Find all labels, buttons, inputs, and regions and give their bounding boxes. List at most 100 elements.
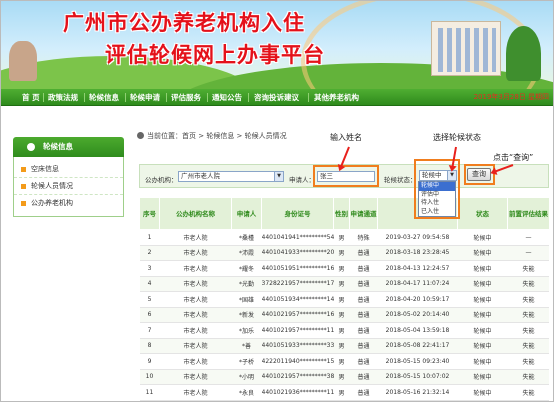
table-cell: 2018-04-20 10:59:17 [377, 291, 458, 308]
column-header: 性别 [333, 197, 350, 230]
table-cell: 11 [139, 384, 160, 401]
sidebar-item-public-institutions[interactable]: 公办养老机构 [14, 195, 123, 212]
table-cell: 男 [333, 260, 350, 277]
table-cell: 男 [333, 384, 350, 401]
table-cell: 轮候中 [457, 276, 508, 292]
nav-assessment[interactable]: 评估服务 [171, 89, 201, 106]
table-cell: 普通 [349, 322, 378, 339]
table-cell: 男 [333, 338, 350, 354]
table-row[interactable]: 11 市老人院 *永良 4401021936*********11 男普通 2018-05… [139, 384, 549, 401]
table-cell: *国雄 [231, 291, 262, 308]
table-cell: 男 [333, 369, 350, 385]
table-cell: 4222011940*********15 [261, 353, 334, 370]
bullet-icon [21, 184, 26, 189]
table-cell: 1 [139, 229, 160, 246]
table-cell: 男 [333, 307, 350, 323]
page: 广州市公办养老机构入住 评估轮候网上办事平台 首 页 政策法规 轮候信息 轮候申… [0, 0, 554, 402]
table-cell: *子桥 [231, 353, 262, 370]
table-cell: 失能 [507, 353, 549, 370]
elderly-person-image [9, 41, 37, 81]
table-row[interactable]: 2 市老人院 *沛霞 4401041933*********20 男普通 2018-03-… [139, 245, 549, 261]
table-cell: *沛霞 [231, 245, 262, 261]
table-cell: 2019-03-27 09:54:58 [377, 229, 458, 246]
tree-image [506, 26, 541, 81]
table-cell: 2018-05-08 22:41:17 [377, 338, 458, 354]
table-cell: 市老人院 [159, 353, 232, 370]
main-nav: 首 页 政策法规 轮候信息 轮候申请 评估服务 通知公告 咨询投诉建议 其他养老… [1, 89, 553, 106]
table-cell: 市老人院 [159, 322, 232, 339]
column-header: 序号 [139, 197, 160, 230]
table-row[interactable]: 5 市老人院 *国雄 4401051934*********14 男普通 2018-04-… [139, 291, 549, 308]
table-cell: 男 [333, 291, 350, 308]
banner-title-line2: 评估轮候网上办事平台 [105, 42, 325, 67]
table-cell: 失能 [507, 307, 549, 323]
table-row[interactable]: 6 市老人院 *新发 4401021957*********16 男普通 2018-05-… [139, 307, 549, 323]
table-cell: 2018-04-17 11:07:24 [377, 276, 458, 292]
table-row[interactable]: 8 市老人院 *善 4401051933*********33 男普通 2018-05-0… [139, 338, 549, 354]
table-cell: 轮候中 [457, 291, 508, 308]
column-header: 申请通道 [349, 197, 378, 230]
table-cell: 4401021957*********16 [261, 307, 334, 323]
table-cell: 轮候中 [457, 245, 508, 261]
table-cell: 2 [139, 245, 160, 261]
queue-table: 序号 公办机构名称 申请人 身份证号 性别 申请通道 状态 前置评估结果 1 市老人院 *桑槿 44… [139, 197, 549, 401]
table-cell: 普通 [349, 384, 378, 401]
column-header: 前置评估结果 [507, 197, 549, 230]
breadcrumb-path[interactable]: 首页 > 轮候信息 > 轮候人员情况 [182, 132, 287, 140]
table-cell: 7 [139, 322, 160, 339]
table-cell: 普通 [349, 276, 378, 292]
table-cell: 市老人院 [159, 384, 232, 401]
breadcrumb: 当前位置：首页 > 轮候信息 > 轮候人员情况 [137, 131, 287, 141]
table-cell: *桑槿 [231, 229, 262, 246]
table-cell: 9 [139, 353, 160, 370]
nav-policy[interactable]: 政策法规 [48, 89, 78, 106]
sidebar-item-empty-beds[interactable]: 空床信息 [14, 161, 123, 178]
table-cell: 市老人院 [159, 229, 232, 246]
column-header: 申请人 [231, 197, 262, 230]
table-cell: 失能 [507, 276, 549, 292]
table-cell: 4401041941*********54 [261, 229, 334, 246]
status-label: 轮候状态： [384, 176, 417, 184]
annotation-query: 点击“查询” [493, 153, 534, 162]
nav-home[interactable]: 首 页 [22, 89, 40, 106]
table-cell: 2018-05-02 20:14:40 [377, 307, 458, 323]
location-icon [137, 132, 144, 139]
table-cell: 轮候中 [457, 369, 508, 385]
nav-queue-info[interactable]: 轮候信息 [89, 89, 119, 106]
table-cell: 普通 [349, 338, 378, 354]
table-cell: 2018-03-18 23:28:45 [377, 245, 458, 261]
table-cell: 普通 [349, 260, 378, 277]
table-row[interactable]: 9 市老人院 *子桥 4222011940*********15 男普通 2018-05-… [139, 353, 549, 370]
table-cell: — [507, 229, 549, 246]
table-cell: 市老人院 [159, 276, 232, 292]
table-cell: 5 [139, 291, 160, 308]
table-cell: 失能 [507, 322, 549, 339]
table-cell: 市老人院 [159, 291, 232, 308]
table-cell: 特殊 [349, 229, 378, 246]
table-cell: 失能 [507, 369, 549, 385]
table-cell: 4401041933*********20 [261, 245, 334, 261]
table-row[interactable]: 1 市老人院 *桑槿 4401041941*********54 男特殊 2019-03-… [139, 229, 549, 246]
table-cell: 男 [333, 229, 350, 246]
table-row[interactable]: 7 市老人院 *加乐 4401021957*********11 男普通 2018-05-… [139, 322, 549, 339]
table-cell: *小明 [231, 369, 262, 385]
table-cell: 市老人院 [159, 260, 232, 277]
table-cell: 普通 [349, 291, 378, 308]
table-cell: 失能 [507, 291, 549, 308]
bullet-icon [21, 201, 26, 206]
nav-queue-apply[interactable]: 轮候申请 [130, 89, 160, 106]
table-row[interactable]: 3 市老人院 *耀冬 4401051951*********16 男普通 2018-04-… [139, 260, 549, 277]
table-row[interactable]: 10 市老人院 *小明 4401021957*********38 男普通 2018-05… [139, 369, 549, 385]
table-cell: 3 [139, 260, 160, 277]
nav-other-institutions[interactable]: 其他养老机构 [314, 89, 359, 106]
banner: 广州市公办养老机构入住 评估轮候网上办事平台 [1, 1, 553, 89]
nav-complaints[interactable]: 咨询投诉建议 [254, 89, 299, 106]
table-row[interactable]: 4 市老人院 *光勤 3728221957*********17 男普通 2018-04-… [139, 276, 549, 292]
nav-notices[interactable]: 通知公告 [212, 89, 242, 106]
table-cell: 轮候中 [457, 260, 508, 277]
table-cell: 失能 [507, 384, 549, 401]
org-select[interactable]: 广州市老人院 ▼ [178, 171, 284, 182]
column-header: 状态 [457, 197, 508, 230]
current-date: 2019年3月28日 星期四 [473, 93, 549, 101]
sidebar-item-queue-people[interactable]: 轮候人员情况 [14, 178, 123, 195]
